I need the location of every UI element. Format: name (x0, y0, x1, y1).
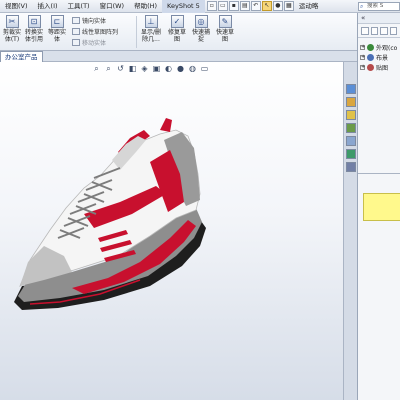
search-input[interactable]: ⌕ 搜索 S (358, 2, 400, 11)
expand-icon[interactable]: + (360, 44, 365, 50)
display-delete-relations-icon: ⊥ (144, 15, 158, 28)
tree-item-appearances[interactable]: + 外观(co (360, 42, 398, 52)
menu-window[interactable]: 窗口(W) (95, 0, 130, 13)
repair-sketch-icon: ✓ (170, 15, 184, 28)
trim-button[interactable]: ✂ 剪裁实体(T) (2, 15, 22, 43)
zoom-to-fit-icon[interactable]: ⌕ (92, 64, 101, 73)
section-view-icon[interactable]: ◧ (128, 64, 137, 73)
convert-entities-label: 转换实体引用 (24, 29, 43, 43)
menu-bar: 视图(V) 插入(I) 工具(T) 窗口(W) 帮助(H) KeyShot 5 … (0, 0, 400, 13)
offset-entities-label: 等距实体 (47, 29, 66, 43)
search-icon: ⌕ (360, 3, 364, 10)
mirror-entities-item[interactable]: 镜向实体 (72, 16, 106, 25)
open-icon[interactable]: ▭ (217, 1, 228, 11)
linear-pattern-item[interactable]: 线性草图阵列 (72, 27, 118, 36)
panel-back-icon[interactable] (361, 27, 369, 35)
tab-strip: 办公室产品 (0, 51, 358, 62)
search-results-icon[interactable] (346, 123, 356, 133)
mirror-icon (72, 17, 80, 24)
design-library-icon[interactable] (346, 97, 356, 107)
apply-scene-icon[interactable]: ◍ (188, 64, 197, 73)
tree-item-label: 布景 (376, 54, 389, 62)
appearance-preview-swatch[interactable] (363, 193, 400, 221)
panel-collapse[interactable]: « (358, 13, 400, 24)
zoom-area-icon[interactable]: ⌕ (104, 64, 113, 73)
view-settings-icon[interactable]: ▭ (200, 64, 209, 73)
graphics-viewport[interactable]: ⌕ ⌕ ↺ ◧ ◈ ▣ ◐ ● ◍ ▭ (0, 62, 343, 400)
convert-entities-icon: ⊡ (27, 15, 41, 28)
tree-item-label: 外观(co (376, 44, 398, 52)
expand-icon[interactable]: + (360, 54, 365, 60)
appearances-panel: « + 外观(co + 布景 + 贴图 (357, 13, 400, 400)
move-entities-item[interactable]: 移动实体 (72, 38, 106, 47)
panel-toolbar (358, 24, 400, 38)
print-icon[interactable]: ▤ (239, 1, 250, 11)
quick-access-toolbar: ▫ ▭ ▪ ▤ ↶ ↖ ● ▦ (206, 1, 294, 11)
previous-view-icon[interactable]: ↺ (116, 64, 125, 73)
quick-snaps-icon: ◎ (194, 15, 208, 28)
tree-item-label: 贴图 (376, 64, 389, 72)
hide-show-icon[interactable]: ◐ (164, 64, 173, 73)
resources-icon[interactable] (346, 84, 356, 94)
quick-snaps-button[interactable]: ◎ 快速捕捉 (190, 15, 212, 43)
linear-pattern-label: 线性草图阵列 (82, 29, 119, 36)
rebuild-icon[interactable]: ● (272, 1, 283, 11)
mirror-label: 镜向实体 (82, 18, 107, 25)
decal-icon (367, 63, 374, 71)
linear-pattern-icon (72, 28, 80, 35)
panel-forward-icon[interactable] (370, 27, 378, 35)
undo-icon[interactable]: ↶ (250, 1, 261, 11)
menu-help[interactable]: 帮助(H) (129, 0, 162, 13)
ribbon-separator (136, 16, 137, 48)
repair-sketch-label: 修复草图 (167, 29, 186, 43)
search-placeholder: 搜索 S (367, 3, 384, 9)
tree-item-decals[interactable]: + 贴图 (360, 62, 398, 72)
save-icon[interactable]: ▪ (228, 1, 239, 11)
panel-divider[interactable] (358, 173, 400, 174)
display-style-icon[interactable]: ▣ (152, 64, 161, 73)
rapid-sketch-label: 快速草图 (215, 29, 234, 43)
tab-office-products[interactable]: 办公室产品 (0, 51, 43, 62)
new-document-icon[interactable]: ▫ (206, 1, 217, 11)
offset-entities-button[interactable]: ⊏ 等距实体 (46, 15, 68, 43)
custom-properties-icon[interactable] (346, 162, 356, 172)
scene-icon (367, 53, 374, 61)
offset-entities-icon: ⊏ (50, 15, 64, 28)
shoe-heel-tab (160, 118, 172, 132)
edit-appearance-icon[interactable]: ● (176, 64, 185, 73)
select-icon[interactable]: ↖ (261, 1, 272, 11)
move-icon (72, 39, 80, 46)
tree-item-scenes[interactable]: + 布景 (360, 52, 398, 62)
options-icon[interactable]: ▦ (283, 1, 294, 11)
menu-tools[interactable]: 工具(T) (63, 0, 95, 13)
appearance-icon (367, 43, 374, 51)
appearances-icon[interactable] (346, 149, 356, 159)
menu-insert[interactable]: 插入(I) (33, 0, 63, 13)
task-pane-tabs (343, 62, 357, 400)
run-label[interactable]: 运动略 (294, 0, 324, 13)
menu-keyshot[interactable]: KeyShot 5 (162, 0, 205, 13)
rapid-sketch-icon: ✎ (218, 15, 232, 28)
file-explorer-icon[interactable] (346, 110, 356, 120)
command-manager-ribbon: ✂ 剪裁实体(T) ⊡ 转换实体引用 ⊏ 等距实体 镜向实体 线性草图阵列 移动… (0, 13, 400, 51)
heads-up-view-toolbar: ⌕ ⌕ ↺ ◧ ◈ ▣ ◐ ● ◍ ▭ (92, 62, 209, 74)
convert-entities-button[interactable]: ⊡ 转换实体引用 (23, 15, 45, 43)
trim-label: 剪裁实体(T) (2, 29, 21, 43)
view-palette-icon[interactable] (346, 136, 356, 146)
shoe-3d-model (14, 118, 206, 310)
view-orientation-icon[interactable]: ◈ (140, 64, 149, 73)
appearance-tree: + 外观(co + 布景 + 贴图 (358, 38, 400, 76)
rapid-sketch-button[interactable]: ✎ 快速草图 (214, 15, 236, 43)
display-delete-label: 显示/删除几... (140, 29, 162, 43)
trim-icon: ✂ (5, 15, 19, 28)
panel-refresh-icon[interactable] (389, 27, 397, 35)
display-delete-relations-button[interactable]: ⊥ 显示/删除几... (138, 15, 164, 43)
move-label: 移动实体 (82, 40, 107, 47)
menu-view[interactable]: 视图(V) (0, 0, 33, 13)
expand-icon[interactable]: + (360, 64, 365, 70)
repair-sketch-button[interactable]: ✓ 修复草图 (166, 15, 188, 43)
panel-home-icon[interactable] (380, 27, 388, 35)
quick-snaps-label: 快速捕捉 (191, 29, 210, 43)
